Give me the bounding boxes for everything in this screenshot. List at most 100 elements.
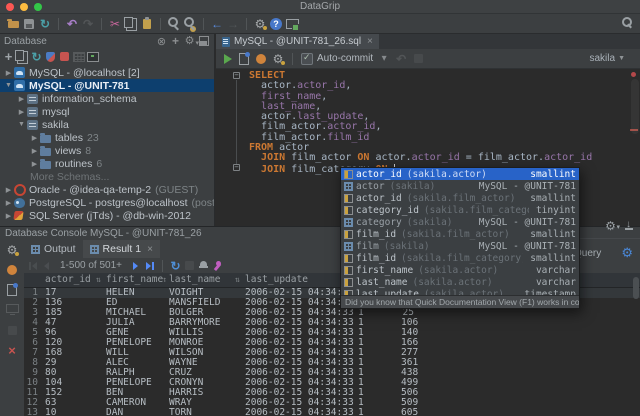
completion-item-actor[interactable]: actor (sakila) MySQL - @UNIT-781: [341, 180, 579, 192]
collapse-arrow-icon[interactable]: ▼: [3, 82, 14, 89]
table-row[interactable]: 4 47 JULIA BARRYMORE 2006-02-15 04:34:33 1 106: [24, 318, 640, 328]
table-row[interactable]: 13 10 DAN TORN 2006-02-15 04:34:33 1 605: [24, 408, 640, 416]
table-row[interactable]: 10 104 PENELOPE CRONYN 2006-02-15 04:34:33 1 4…: [24, 378, 640, 388]
tree-item-mysql-unit-781[interactable]: ▼ MySQL - @UNIT-781: [0, 79, 214, 92]
completion-item-first_name[interactable]: first_name (sakila.actor) varchar: [341, 264, 579, 276]
export-icon[interactable]: [284, 16, 300, 32]
save-all-icon[interactable]: [21, 16, 37, 32]
sync-icon[interactable]: [37, 16, 53, 32]
tree-item-oracle-idea-qa-temp-2[interactable]: ▶ Oracle - @idea-qa-temp-2 (GUEST): [0, 183, 214, 196]
expand-arrow-icon[interactable]: ▶: [3, 212, 14, 220]
completion-item-actor_id[interactable]: actor_id (sakila.actor) smallint: [341, 168, 579, 180]
tree-item-views[interactable]: ▶ views 8: [0, 144, 214, 157]
add-icon[interactable]: [2, 50, 15, 63]
paste-icon[interactable]: [139, 16, 155, 32]
table-row[interactable]: 7 168 WILL WILSON 2006-02-15 04:34:33 1 277: [24, 348, 640, 358]
session-icon[interactable]: [253, 51, 269, 67]
expand-arrow-icon[interactable]: ▶: [29, 147, 40, 155]
locate-icon[interactable]: [169, 35, 182, 48]
auto-commit-control[interactable]: Auto-commit: [301, 52, 373, 65]
record-icon[interactable]: [4, 262, 20, 278]
cut-icon[interactable]: [107, 16, 123, 32]
tree-item-mysql[interactable]: ▶ mysql: [0, 105, 214, 118]
expand-arrow-icon[interactable]: ▶: [16, 108, 27, 116]
tree-item-mysql-localhost-2[interactable]: ▶ MySQL - @localhost [2]: [0, 66, 214, 79]
tree-item-more-schemas[interactable]: More Schemas...: [0, 170, 214, 183]
gearsm-icon[interactable]: [183, 35, 199, 48]
tree-item-sakila[interactable]: ▼ sakila: [0, 118, 214, 131]
expand-arrow-icon[interactable]: ▶: [3, 186, 14, 194]
download-icon[interactable]: [622, 219, 635, 232]
next-icon[interactable]: [129, 259, 142, 272]
table-row[interactable]: 3 185 MICHAEL BOLGER 2006-02-15 04:34:33 1 25: [24, 308, 640, 318]
last-icon[interactable]: [143, 259, 156, 272]
completion-item-last_name[interactable]: last_name (sakila.actor) varchar: [341, 276, 579, 288]
collapse-arrow-icon[interactable]: ▼: [16, 121, 27, 128]
reload-icon[interactable]: [169, 259, 182, 272]
completion-item-category_id[interactable]: category_id (sakila.film_category) tinyint: [341, 204, 579, 216]
expand-arrow-icon[interactable]: ▶: [29, 160, 40, 168]
bell-icon[interactable]: [197, 259, 210, 272]
sync-icon[interactable]: [30, 50, 43, 63]
settings-icon[interactable]: [252, 16, 268, 32]
wrench-icon[interactable]: [4, 242, 20, 258]
tree-item-sql-server-jtds-db-win-2012[interactable]: ▶ SQL Server (jTds) - @db-win-2012: [0, 209, 214, 222]
find-icon[interactable]: [166, 16, 182, 32]
completion-item-film_id[interactable]: film_id (sakila.film_actor) smallint: [341, 228, 579, 240]
hide-icon[interactable]: [197, 35, 210, 48]
close-icon[interactable]: [4, 342, 20, 358]
sort-icon[interactable]: ⇅: [235, 273, 240, 287]
collapse-icon[interactable]: [155, 35, 168, 48]
search-icon[interactable]: [622, 17, 635, 30]
column-header-first_name[interactable]: first_name ⇅: [103, 273, 166, 287]
properties-icon[interactable]: [44, 50, 57, 63]
help-icon[interactable]: [270, 17, 282, 30]
expand-arrow-icon[interactable]: ▶: [3, 199, 14, 207]
pin-icon[interactable]: [211, 259, 224, 272]
table-row[interactable]: 11 152 BEN HARRIS 2006-02-15 04:34:33 1 506: [24, 388, 640, 398]
expand-arrow-icon[interactable]: ▶: [29, 134, 40, 142]
open-icon[interactable]: [5, 16, 21, 32]
expand-arrow-icon[interactable]: ▶: [16, 95, 27, 103]
editor-tab[interactable]: MySQL - @UNIT-781_26.sql ×: [216, 34, 379, 49]
completion-item-film[interactable]: film (sakila) MySQL - @UNIT-781: [341, 240, 579, 252]
gear-icon[interactable]: [604, 219, 620, 232]
wrench-icon[interactable]: [270, 51, 286, 67]
sort-icon[interactable]: ⇅: [96, 273, 101, 287]
back-icon[interactable]: [209, 16, 225, 32]
table-row[interactable]: 5 96 GENE WILLIS 2006-02-15 04:34:33 1 140: [24, 328, 640, 338]
column-header-last_name[interactable]: last_name ⇅: [166, 273, 242, 287]
column-header-actor_id[interactable]: actor_id ⇅: [42, 273, 103, 287]
column-header-last_update[interactable]: last_update⇅: [242, 273, 355, 287]
doc-icon[interactable]: [4, 282, 20, 298]
play-icon[interactable]: [219, 51, 235, 67]
auto-commit-checkbox[interactable]: [301, 52, 313, 65]
tree-item-information-schema[interactable]: ▶ information_schema: [0, 92, 214, 105]
grid-scrollbar[interactable]: [633, 277, 639, 299]
fold-marker-icon[interactable]: −: [233, 72, 240, 79]
duplicate-icon[interactable]: [16, 50, 29, 63]
console-tab-output[interactable]: Output: [24, 240, 83, 258]
tab-close-icon[interactable]: ×: [367, 36, 373, 47]
tree-item-tables[interactable]: ▶ tables 23: [0, 131, 214, 144]
gear-icon[interactable]: [619, 245, 635, 261]
completion-item-category[interactable]: category (sakila) MySQL - @UNIT-781: [341, 216, 579, 228]
expand-arrow-icon[interactable]: ▶: [3, 69, 14, 77]
copy-icon[interactable]: [123, 16, 139, 32]
completion-item-actor_id[interactable]: actor_id (sakila.film_actor) smallint: [341, 192, 579, 204]
fold-marker-icon[interactable]: −: [233, 164, 240, 171]
table-row[interactable]: 12 63 CAMERON WRAY 2006-02-15 04:34:33 1 509: [24, 398, 640, 408]
tab-close-icon[interactable]: ×: [147, 244, 153, 255]
schema-selector[interactable]: sakila ▼: [589, 53, 625, 64]
console-icon[interactable]: [86, 50, 99, 63]
undo-icon[interactable]: [64, 16, 80, 32]
table-row[interactable]: 9 80 RALPH CRUZ 2006-02-15 04:34:33 1 438: [24, 368, 640, 378]
plan-icon[interactable]: [236, 51, 252, 67]
stop-icon[interactable]: [58, 50, 71, 63]
table-row[interactable]: 6 120 PENELOPE MONROE 2006-02-15 04:34:33 1 16…: [24, 338, 640, 348]
tree-item-postgresql-postgres-localhost[interactable]: ▶ PostgreSQL - postgres@localhost(postgre…: [0, 196, 214, 209]
console-tab-result-1[interactable]: Result 1 ×: [82, 240, 160, 258]
chevron-icon[interactable]: [376, 51, 392, 67]
editor-scrollbar[interactable]: [631, 79, 639, 134]
completion-item-last_update[interactable]: last_update (sakila.actor) timestamp: [341, 288, 579, 295]
